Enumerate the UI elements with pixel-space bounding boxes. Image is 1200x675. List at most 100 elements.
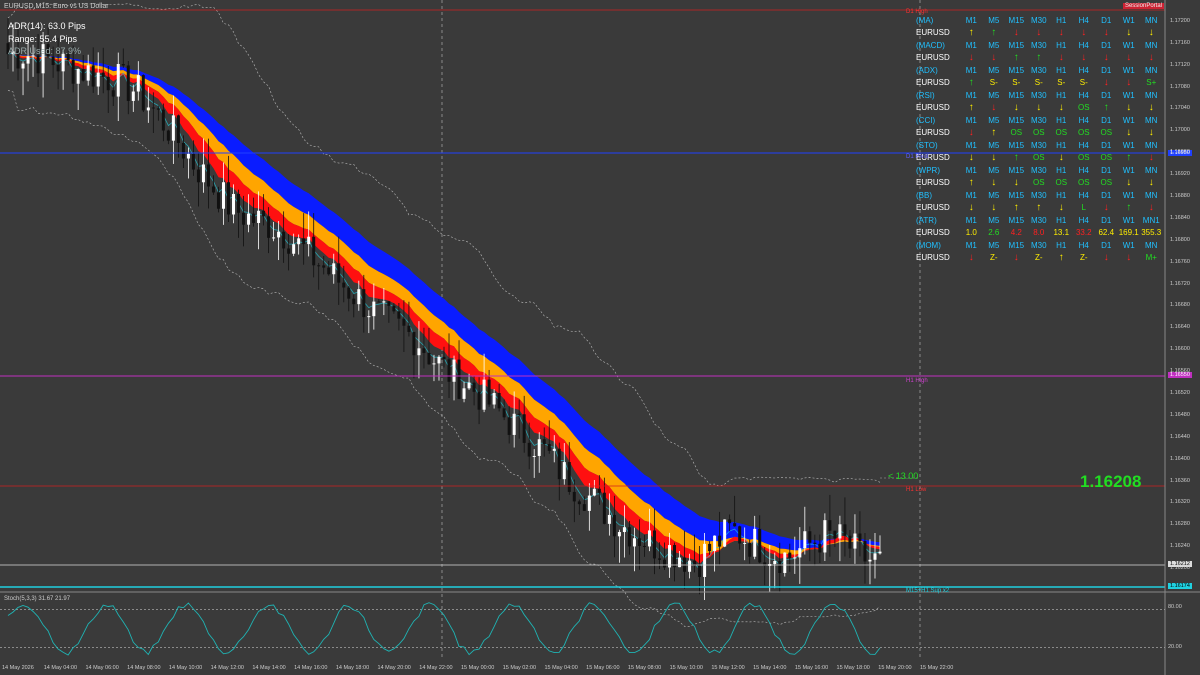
x-tick-9: 14 May 20:00 <box>377 665 411 671</box>
candle-body-69 <box>352 298 356 305</box>
candle-body-31 <box>161 109 165 131</box>
candle-body-130 <box>657 558 661 560</box>
candle-body-53 <box>272 237 276 239</box>
panel-signal-text: S- <box>1079 78 1088 88</box>
candle-body-50 <box>257 210 261 223</box>
y-tick-20: 1.16400 <box>1170 455 1190 462</box>
candle-body-58 <box>297 238 301 245</box>
arrow-down-icon: ↓ <box>1126 127 1132 139</box>
panel-timeframe: M5 <box>988 165 1000 175</box>
x-tick-16: 15 May 10:00 <box>669 665 703 671</box>
candle-body-28 <box>146 107 150 111</box>
candle-body-84 <box>427 352 431 365</box>
panel-timeframe: W1 <box>1122 215 1135 225</box>
candle-body-171 <box>863 541 867 562</box>
y-tick-15: 1.16600 <box>1170 346 1190 353</box>
candle-body-25 <box>131 91 135 101</box>
panel-timeframe: M30 <box>1030 190 1047 200</box>
panel-row-label: (MA) <box>916 15 934 25</box>
candle-body-60 <box>307 236 311 245</box>
panel-timeframe: MN <box>1145 65 1158 75</box>
arrow-down-icon: ↓ <box>1058 102 1064 114</box>
panel-atr-value: 4.2 <box>1010 228 1022 238</box>
panel-timeframe: W1 <box>1122 140 1135 150</box>
panel-timeframe: D1 <box>1101 15 1112 25</box>
candle-body-111 <box>562 462 566 480</box>
arrow-down-icon: ↓ <box>1148 127 1154 139</box>
candle-body-11 <box>61 53 65 72</box>
candle-body-16 <box>86 65 90 81</box>
candle-body-36 <box>186 153 190 159</box>
panel-signal-text: OS <box>1055 178 1068 188</box>
panel-signal-text: S- <box>989 78 998 88</box>
candle-body-87 <box>442 356 446 360</box>
candle-body-24 <box>126 65 130 101</box>
candle-body-136 <box>688 560 692 572</box>
arrow-down-icon: ↓ <box>1103 52 1109 64</box>
candle-body-13 <box>71 60 75 84</box>
panel-row-7: EURUSD ↑ ↓ ↓ ↓ ↓ OS ↑ ↓ ↓ <box>916 102 1166 115</box>
y-tick-7: 1.16920 <box>1170 171 1190 178</box>
panel-timeframe: H1 <box>1056 190 1067 200</box>
candle-body-14 <box>76 69 80 84</box>
candle-body-71 <box>362 289 366 318</box>
panel-signal-text: OS <box>1010 128 1023 138</box>
panel-timeframe: W1 <box>1122 65 1135 75</box>
candle-body-146 <box>738 526 742 544</box>
x-tick-22: 15 May 22:00 <box>920 665 954 671</box>
panel-timeframe: MN1 <box>1142 215 1160 225</box>
panel-row-12: (WPR) M1 M5 M15 M30 H1 H4 D1 W1 MN <box>916 164 1166 177</box>
panel-row-13: EURUSD ↑ ↓ ↓ OS OS OS OS ↓ ↓ <box>916 177 1166 190</box>
arrow-up-icon: ↑ <box>968 77 974 89</box>
panel-signal-text: OS <box>1077 178 1090 188</box>
x-tick-3: 14 May 08:00 <box>127 665 161 671</box>
panel-signal-text: OS <box>1055 128 1068 138</box>
candle-body-27 <box>141 75 145 111</box>
candle-body-20 <box>106 76 110 91</box>
candle-body-101 <box>512 413 516 435</box>
arrow-down-icon: ↓ <box>991 202 997 214</box>
panel-row-label: EURUSD <box>916 228 950 238</box>
panel-timeframe: D1 <box>1101 115 1112 125</box>
candle-body-67 <box>342 282 346 288</box>
y-tick-12: 1.16720 <box>1170 280 1190 287</box>
panel-timeframe: M1 <box>965 115 977 125</box>
candle-body-168 <box>848 535 852 549</box>
panel-row-label: (ADX) <box>916 65 938 75</box>
arrow-down-icon: ↓ <box>1126 252 1132 264</box>
panel-timeframe: M30 <box>1030 115 1047 125</box>
panel-timeframe: M30 <box>1030 40 1047 50</box>
panel-timeframe: D1 <box>1101 190 1112 200</box>
x-tick-11: 15 May 00:00 <box>461 665 495 671</box>
panel-timeframe: H1 <box>1056 65 1067 75</box>
candle-body-94 <box>477 391 481 410</box>
panel-timeframe: M1 <box>965 90 977 100</box>
y-tick-17: 1.16520 <box>1170 390 1190 397</box>
panel-timeframe: M5 <box>988 115 1000 125</box>
panel-timeframe: H4 <box>1078 90 1089 100</box>
candle-body-117 <box>592 488 596 496</box>
arrow-down-icon: ↓ <box>1081 52 1087 64</box>
candle-body-138 <box>698 565 702 577</box>
arrow-down-icon: ↓ <box>1058 152 1064 164</box>
panel-signal-text: OS <box>1100 153 1113 163</box>
arrow-down-icon: ↓ <box>1058 202 1064 214</box>
candle-body-29 <box>151 107 155 109</box>
x-tick-14: 15 May 06:00 <box>586 665 620 671</box>
y-tick-4: 1.17040 <box>1170 105 1190 112</box>
candle-body-63 <box>322 265 326 268</box>
candle-body-112 <box>567 462 571 492</box>
candle-body-21 <box>111 90 115 97</box>
y-tick-8: 1.16880 <box>1170 193 1190 200</box>
panel-timeframe: M1 <box>965 165 977 175</box>
adr-readout: ADR(14): 63.0 Pips <box>8 21 86 31</box>
signal-panel: (MA) M1 M5 M15 M30 H1 H4 D1 W1 MN EURUSD ↑ ↑ ↓ ↓ ↓ ↓ ↓ ↓ ↓(… <box>916 14 1166 264</box>
panel-timeframe: M5 <box>988 190 1000 200</box>
panel-timeframe: D1 <box>1101 240 1112 250</box>
candle-body-148 <box>748 542 752 557</box>
candle-body-42 <box>216 192 220 209</box>
candle-body-46 <box>237 193 241 213</box>
candle-body-91 <box>462 388 466 399</box>
candle-body-32 <box>166 130 170 141</box>
panel-timeframe: W1 <box>1122 40 1135 50</box>
